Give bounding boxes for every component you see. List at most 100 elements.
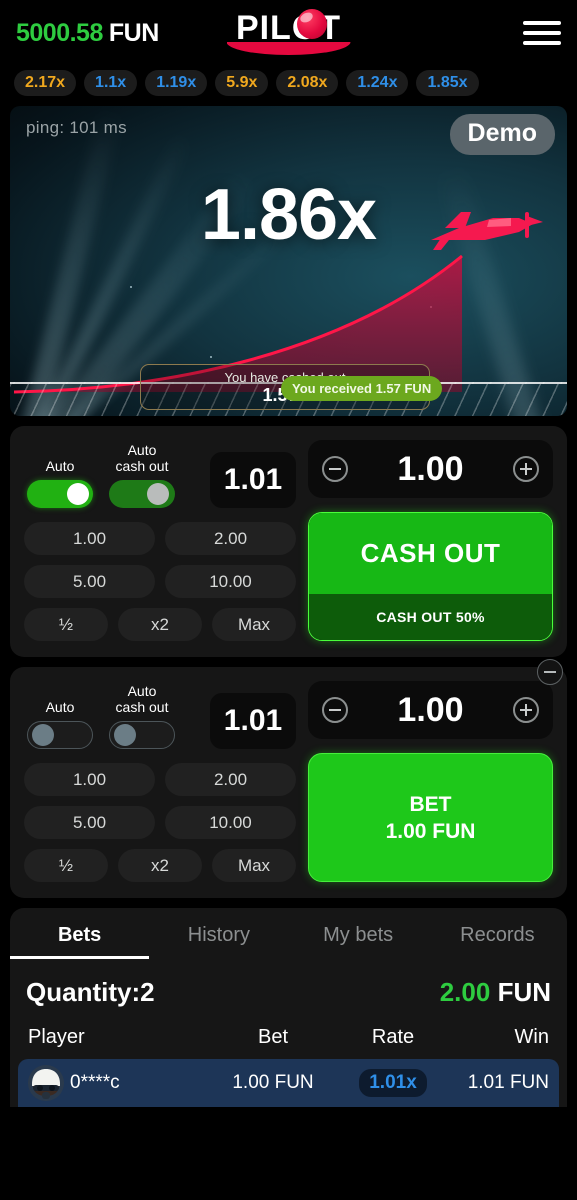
game-canvas: ping: 101 ms Demo 1.86x You have cashed … [10,106,567,416]
auto-cashout-label: Auto cash out [115,683,169,715]
auto-label: Auto [45,458,75,474]
stake-value[interactable]: 1.00 [397,450,463,489]
toggle-knob [114,724,136,746]
quick-amount-button[interactable]: 5.00 [24,806,155,839]
stake-stepper: 1.00 [308,681,553,739]
bets-section: Bets History My bets Records Quantity:2 … [10,908,567,1107]
row-bet: 1.00 FUN [232,1072,314,1093]
column-rate: Rate [371,1026,415,1048]
stake-decrease-button[interactable] [322,697,348,723]
logo-ball-icon [296,9,327,39]
cashed-out-banner: You have cashed out 1.57x You received 1… [140,364,443,410]
quick-amount-button[interactable]: 10.00 [165,806,296,839]
auto-cashout-toggle[interactable] [109,721,175,749]
stake-stepper: 1.00 [308,440,553,498]
menu-bar [523,21,561,25]
row-player: 0****c [70,1072,120,1093]
quick-amount-grid: 1.00 2.00 5.00 10.00 [24,522,296,598]
tab-history[interactable]: History [149,918,288,959]
avatar [28,1065,64,1101]
logo-swoosh-icon [226,42,351,55]
stake-increase-button[interactable] [513,456,539,482]
stake-increase-button[interactable] [513,697,539,723]
auto-cashout-value-input[interactable]: 1.01 [210,452,296,508]
menu-bar [523,31,561,35]
menu-icon[interactable] [523,21,561,45]
balance-amount: 5000.58 [16,18,103,47]
bet-amount: 1.00 FUN [385,819,476,843]
received-toast: You received 1.57 FUN [281,376,443,401]
double-button[interactable]: x2 [118,849,202,882]
bets-tabs: Bets History My bets Records [10,918,567,959]
bets-table-header: Player Bet Rate Win [10,1018,567,1055]
tab-records[interactable]: Records [428,918,567,959]
column-win: Win [514,1026,549,1048]
bet-panel-1: Auto Auto cash out 1.01 1.00 2.00 5.00 1… [10,426,567,657]
bet-panel-2-right: 1.00 BET 1.00 FUN [308,681,553,882]
quick-amount-button[interactable]: 1.00 [24,522,155,555]
quick-amount-button[interactable]: 2.00 [165,522,296,555]
quick-amount-button[interactable]: 1.00 [24,763,155,796]
table-row[interactable]: 0****c 1.00 FUN 1.01x 1.01 FUN [18,1059,559,1107]
tab-bets[interactable]: Bets [10,918,150,959]
menu-bar [523,41,561,45]
modifier-grid: ½ x2 Max [24,608,296,641]
bet-label: BET [409,792,452,816]
history-chip[interactable]: 1.1x [84,70,138,96]
max-button[interactable]: Max [212,608,296,641]
logo-text: PILOT [235,9,342,47]
auto-controls: Auto Auto cash out 1.01 [24,440,296,508]
cash-out-label: CASH OUT [309,513,552,594]
balance-display: 5000.58 FUN [16,19,159,48]
quantity-summary: Quantity:2 [26,977,155,1008]
row-rate: 1.01x [359,1069,427,1097]
auto-toggle[interactable] [27,480,93,508]
bets-summary: Quantity:2 2.00 FUN [10,959,567,1018]
tab-my-bets[interactable]: My bets [289,918,428,959]
quick-amount-button[interactable]: 5.00 [24,565,155,598]
total-summary: 2.00 FUN [440,977,551,1008]
quick-amount-grid: 1.00 2.00 5.00 10.00 [24,763,296,839]
airplane-icon [431,212,543,250]
toggle-knob [147,483,169,505]
auto-cashout-value-input[interactable]: 1.01 [210,693,296,749]
auto-toggle-group: Auto [24,458,96,508]
auto-cashout-toggle-group: Auto cash out [106,442,178,508]
history-chip[interactable]: 1.85x [416,70,479,96]
auto-toggle-group: Auto [24,699,96,749]
auto-toggle[interactable] [27,721,93,749]
auto-cashout-toggle[interactable] [109,480,175,508]
history-chip[interactable]: 2.08x [276,70,339,96]
auto-cashout-label: Auto cash out [115,442,169,474]
cash-out-half-button[interactable]: CASH OUT 50% [309,594,552,640]
auto-label: Auto [45,699,75,715]
remove-panel-icon[interactable] [537,659,563,685]
toggle-knob [67,483,89,505]
auto-controls: Auto Auto cash out 1.01 [24,681,296,749]
history-chip[interactable]: 5.9x [215,70,269,96]
quick-amount-button[interactable]: 10.00 [165,565,296,598]
half-button[interactable]: ½ [24,608,108,641]
total-currency: FUN [497,977,551,1007]
modifier-grid: ½ x2 Max [24,849,296,882]
quantity-value: 2 [140,977,155,1007]
quick-amount-button[interactable]: 2.00 [165,763,296,796]
multiplier-history: 2.17x 1.1x 1.19x 5.9x 2.08x 1.24x 1.85x [0,66,577,106]
total-amount: 2.00 [439,977,491,1007]
toggle-knob [32,724,54,746]
column-bet: Bet [257,1026,289,1048]
history-chip[interactable]: 1.24x [346,70,409,96]
history-chip[interactable]: 1.19x [145,70,208,96]
cash-out-button[interactable]: CASH OUT CASH OUT 50% [308,512,553,641]
stake-decrease-button[interactable] [322,456,348,482]
column-player: Player [28,1026,85,1048]
double-button[interactable]: x2 [118,608,202,641]
half-button[interactable]: ½ [24,849,108,882]
place-bet-button[interactable]: BET 1.00 FUN [308,753,553,882]
row-rate-wrap: 1.01x [338,1069,448,1097]
history-chip[interactable]: 2.17x [14,70,77,96]
max-button[interactable]: Max [212,849,296,882]
stake-value[interactable]: 1.00 [397,691,463,730]
row-win: 1.01 FUN [467,1072,549,1093]
app-header: 5000.58 FUN PILOT [0,0,577,66]
